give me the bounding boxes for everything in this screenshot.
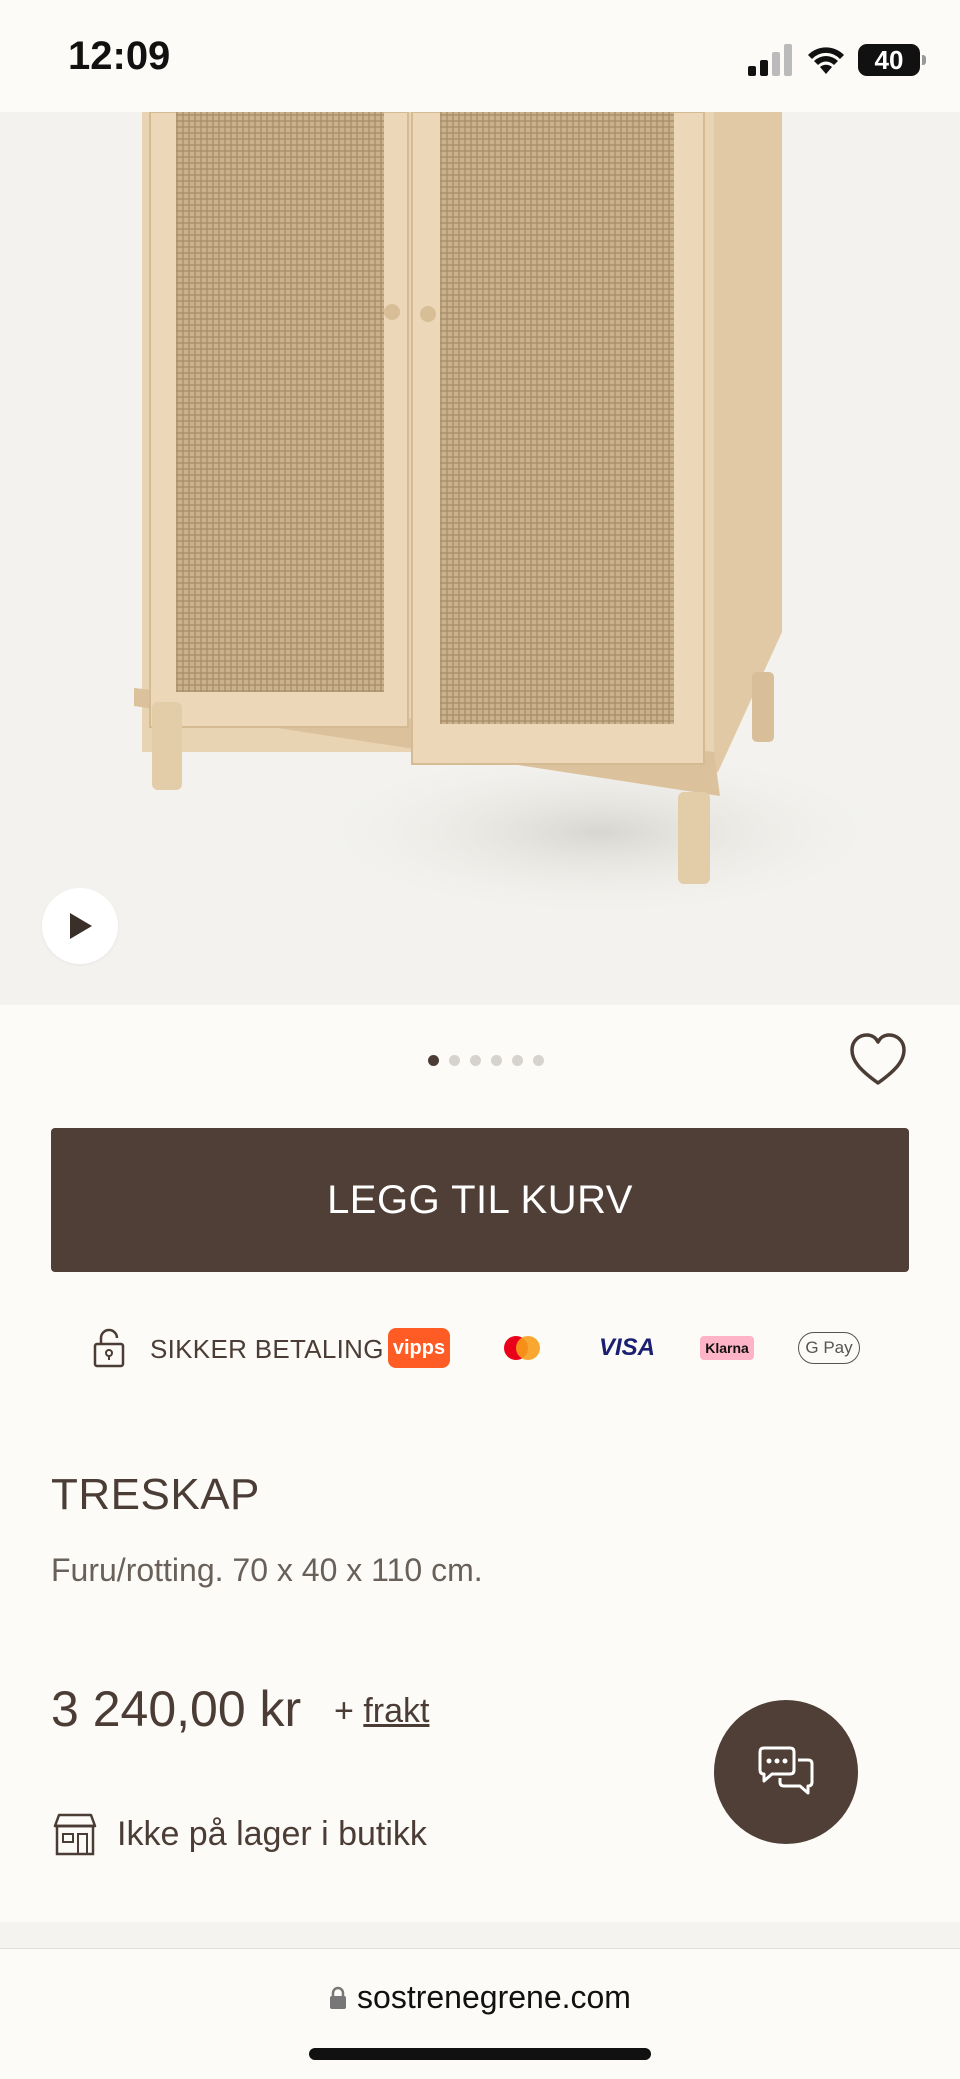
- google-pay-icon: G Pay: [798, 1332, 860, 1364]
- vipps-icon: vipps: [388, 1328, 450, 1368]
- google-pay-label: G Pay: [805, 1338, 853, 1357]
- battery-indicator: 40: [858, 44, 926, 76]
- store-stock-status[interactable]: Ikke på lager i butikk: [51, 1812, 427, 1856]
- play-video-button[interactable]: [42, 888, 118, 964]
- stock-status-text: Ikke på lager i butikk: [117, 1814, 427, 1853]
- carousel-dot[interactable]: [428, 1055, 439, 1066]
- url-text: sostrenegrene.com: [357, 1979, 631, 2015]
- product-price: 3 240,00 kr: [51, 1681, 302, 1737]
- chat-icon: [758, 1746, 814, 1795]
- chat-button[interactable]: [714, 1700, 858, 1844]
- section-divider: [0, 1922, 960, 1948]
- product-description: Furu/rotting. 70 x 40 x 110 cm.: [51, 1552, 483, 1588]
- carousel-dot[interactable]: [512, 1055, 523, 1066]
- product-image[interactable]: [0, 112, 960, 1005]
- add-to-cart-button[interactable]: LEGG TIL KURV: [51, 1128, 909, 1272]
- secure-payment-label: SIKKER BETALING: [150, 1334, 384, 1364]
- play-icon: [70, 913, 92, 939]
- carousel-dot[interactable]: [533, 1055, 544, 1066]
- favorite-button[interactable]: [846, 1028, 910, 1092]
- wifi-icon: [808, 47, 844, 74]
- address-field[interactable]: sostrenegrene.com: [0, 1979, 960, 2016]
- secure-payment-row: SIKKER BETALING vipps VISA Klarna G Pay: [0, 1324, 960, 1374]
- lock-icon: [93, 1328, 125, 1368]
- cellular-signal-icon: [748, 44, 792, 76]
- browser-address-bar[interactable]: sostrenegrene.com: [0, 1948, 960, 2079]
- mastercard-icon: [504, 1336, 540, 1360]
- visa-icon: VISA: [596, 1328, 658, 1368]
- carousel-dot[interactable]: [470, 1055, 481, 1066]
- vipps-label: vipps: [392, 1336, 446, 1359]
- visa-label: VISA: [598, 1334, 655, 1361]
- status-bar: 12:09 40: [0, 0, 960, 112]
- lock-icon: [330, 1986, 347, 2009]
- status-icons: 40: [746, 40, 926, 80]
- shipping-prefix: +: [334, 1692, 354, 1730]
- carousel-dot[interactable]: [491, 1055, 502, 1066]
- klarna-label: Klarna: [705, 1340, 749, 1356]
- carousel-dot[interactable]: [449, 1055, 460, 1066]
- status-time: 12:09: [68, 34, 171, 78]
- shipping-link[interactable]: frakt: [363, 1692, 429, 1730]
- klarna-icon: Klarna: [700, 1336, 754, 1360]
- battery-level: 40: [874, 44, 904, 75]
- store-icon: [53, 1813, 97, 1856]
- product-title: TRESKAP: [51, 1470, 260, 1519]
- shipping-info: + frakt: [334, 1692, 429, 1731]
- heart-icon: [850, 1033, 906, 1085]
- image-carousel-indicator[interactable]: [428, 1055, 544, 1066]
- cabinet-illustration: [134, 112, 900, 922]
- home-indicator[interactable]: [309, 2048, 651, 2060]
